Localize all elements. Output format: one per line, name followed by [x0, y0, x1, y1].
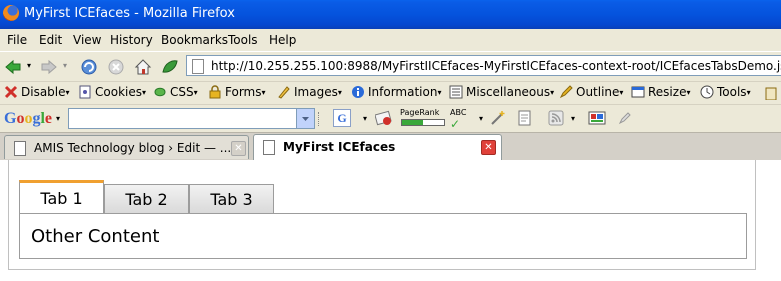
menu-tools[interactable]: Tools	[228, 33, 258, 47]
google-logo-dropdown-icon[interactable]: ▾	[56, 114, 60, 123]
google-search-dropdown-arrow-icon[interactable]: ▾	[363, 114, 367, 123]
home-icon[interactable]	[134, 58, 152, 76]
page-icon	[14, 141, 26, 156]
highlighter-icon[interactable]	[617, 110, 633, 126]
dev-information-menu[interactable]: Information▾	[351, 85, 441, 99]
browser-tab-strip: AMIS Technology blog › Edit — ... ✕ MyFi…	[0, 132, 781, 161]
firefox-logo-icon	[3, 5, 19, 21]
pagerank-fill	[402, 120, 423, 125]
menu-edit[interactable]: Edit	[39, 33, 62, 47]
window-title: MyFirst ICEfaces - Mozilla Firefox	[24, 6, 235, 21]
information-icon	[352, 86, 364, 98]
tab-2[interactable]: Tab 2	[104, 184, 189, 215]
rss-icon[interactable]	[548, 110, 564, 126]
web-developer-toolbar: Disable▾ Cookies▾ CSS▾ Forms▾ Images▾ In…	[0, 81, 781, 105]
spellcheck-dropdown-icon[interactable]: ▾	[479, 114, 483, 123]
dev-disable-menu[interactable]: Disable▾	[4, 85, 70, 99]
dev-miscellaneous-label: Miscellaneous	[466, 85, 551, 99]
dev-forms-menu[interactable]: Forms▾	[208, 85, 266, 99]
menu-view[interactable]: View	[73, 33, 101, 47]
dev-images-menu[interactable]: Images▾	[277, 85, 342, 99]
dev-outline-label: Outline	[576, 85, 620, 99]
dev-cookies-menu[interactable]: Cookies▾	[78, 85, 146, 99]
dev-forms-label: Forms	[225, 85, 262, 99]
close-tab-icon[interactable]: ✕	[231, 141, 246, 156]
window-titlebar: MyFirst ICEfaces - Mozilla Firefox	[0, 0, 781, 29]
pagerank-bar	[401, 119, 445, 126]
reload-icon[interactable]	[80, 58, 98, 76]
forms-lock-icon	[209, 85, 221, 99]
url-text: http://10.255.255.100:8988/MyFirstIICEfa…	[211, 59, 781, 73]
back-dropdown-icon[interactable]: ▾	[27, 61, 31, 70]
google-search-icon[interactable]: G	[333, 109, 351, 127]
spellcheck-icon[interactable]: ABC ✓	[450, 108, 466, 131]
browser-tab-myfirst-icefaces[interactable]: MyFirst ICEfaces ✕	[253, 134, 502, 161]
autolink-wand-icon[interactable]	[490, 110, 506, 126]
tools-clock-icon	[700, 85, 714, 99]
menu-history[interactable]: History	[110, 33, 153, 47]
dev-cookies-label: Cookies	[95, 85, 142, 99]
disable-icon	[4, 85, 18, 99]
dev-information-label: Information	[368, 85, 438, 99]
google-search-dropdown-icon[interactable]	[296, 109, 314, 128]
separator	[318, 112, 320, 126]
miscellaneous-icon	[449, 85, 463, 99]
menu-bookmarks[interactable]: Bookmarks	[161, 33, 228, 47]
forward-dropdown-icon[interactable]: ▾	[63, 61, 67, 70]
browser-tab-label: MyFirst ICEfaces	[283, 140, 396, 154]
dev-tools-menu[interactable]: Tools▾	[700, 85, 751, 99]
back-icon[interactable]	[4, 58, 22, 76]
google-toolbar: Google ▾ G ▾ PageRank ABC ✓ ▾ ▾	[0, 104, 781, 133]
menu-bar: File Edit View History Bookmarks Tools H…	[0, 29, 781, 51]
dev-images-label: Images	[294, 85, 338, 99]
browser-tab-label: AMIS Technology blog › Edit — ...	[34, 141, 232, 155]
pagerank-label: PageRank	[400, 108, 440, 117]
autofill-icon[interactable]	[517, 110, 533, 126]
tab-3[interactable]: Tab 3	[189, 184, 274, 215]
close-tab-icon[interactable]: ✕	[481, 140, 496, 155]
clipboard-icon[interactable]	[764, 86, 778, 100]
dev-tools-label: Tools	[717, 85, 747, 99]
dev-miscellaneous-menu[interactable]: Miscellaneous▾	[449, 85, 554, 99]
google-logo[interactable]: Google	[4, 110, 52, 128]
resize-icon	[631, 86, 645, 98]
leaf-icon[interactable]	[161, 58, 179, 76]
forward-icon[interactable]	[40, 58, 58, 76]
dev-css-label: CSS	[170, 85, 194, 99]
page-viewport: Tab 1 Tab 2 Tab 3 Other Content	[0, 160, 781, 281]
css-icon	[154, 87, 166, 97]
dev-outline-menu[interactable]: Outline▾	[559, 85, 623, 99]
page-icon	[263, 140, 275, 155]
menu-file[interactable]: File	[7, 33, 27, 47]
tab-1[interactable]: Tab 1	[19, 180, 104, 215]
menu-help[interactable]: Help	[269, 33, 296, 47]
dev-disable-label: Disable	[21, 85, 66, 99]
browser-tab-amis-blog[interactable]: AMIS Technology blog › Edit — ... ✕	[4, 135, 249, 159]
dev-resize-menu[interactable]: Resize▾	[631, 85, 690, 99]
tab-content-text: Other Content	[31, 226, 160, 247]
tab-content-panel: Other Content	[19, 213, 747, 259]
dev-resize-label: Resize	[648, 85, 687, 99]
stop-icon[interactable]	[107, 58, 125, 76]
google-search-input[interactable]	[68, 108, 315, 129]
cookies-icon	[79, 85, 91, 99]
rss-dropdown-icon[interactable]: ▾	[571, 114, 575, 123]
popup-blocker-icon[interactable]	[375, 110, 393, 126]
send-to-icon[interactable]	[588, 110, 606, 126]
dev-css-menu[interactable]: CSS▾	[153, 85, 198, 99]
outline-pencil-icon	[559, 85, 573, 99]
address-bar[interactable]: http://10.255.255.100:8988/MyFirstIICEfa…	[186, 55, 781, 76]
images-icon	[278, 86, 290, 99]
page-icon	[192, 59, 204, 74]
